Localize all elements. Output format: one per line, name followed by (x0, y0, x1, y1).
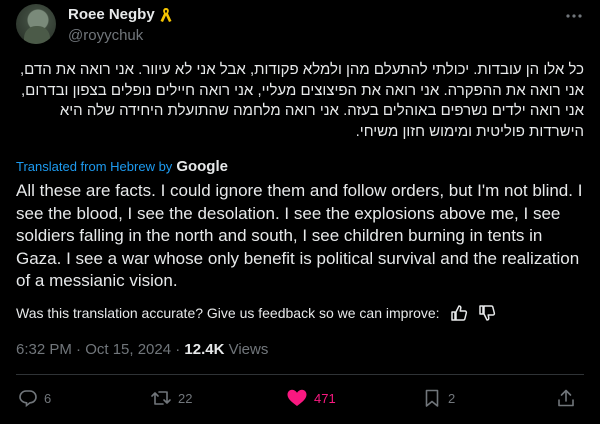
repost-icon (150, 388, 172, 408)
bookmark-icon (422, 388, 442, 408)
translated-from-label: Translated from Hebrew by (16, 159, 173, 174)
divider (16, 374, 584, 375)
translation-attribution[interactable]: Translated from Hebrew by Google (16, 158, 228, 175)
post-meta: 6:32 PM · Oct 15, 2024 · 12.4K Views (16, 341, 268, 358)
repost-button[interactable]: 22 (150, 388, 192, 408)
display-name[interactable]: Roee Negby (68, 6, 155, 23)
reply-icon (18, 388, 38, 408)
share-button[interactable] (556, 388, 576, 408)
feedback-prompt: Was this translation accurate? Give us f… (16, 305, 440, 321)
thumbs-up-icon[interactable] (450, 304, 468, 322)
action-bar: 6 22 471 2 (16, 388, 584, 412)
timestamp[interactable]: 6:32 PM · Oct 15, 2024 · (16, 341, 184, 358)
share-icon (556, 388, 576, 408)
reply-count: 6 (44, 390, 52, 406)
reply-button[interactable]: 6 (18, 388, 51, 408)
repost-count: 22 (178, 390, 193, 406)
views-label: Views (224, 341, 269, 358)
avatar[interactable] (16, 4, 56, 44)
like-button[interactable]: 471 (286, 388, 336, 408)
heart-icon (286, 388, 308, 408)
like-count: 471 (314, 390, 336, 406)
yellow-ribbon-icon (159, 7, 173, 23)
translator-name: Google (176, 158, 228, 175)
translated-post-text: All these are facts. I could ignore them… (16, 181, 583, 290)
name-row: Roee Negby (68, 6, 173, 23)
original-post-text: כל אלו הן עובדות. יכולתי להתעלם מהן ולמל… (20, 61, 584, 140)
post-header: Roee Negby @royychuk (16, 4, 584, 48)
google-logo: Google (176, 158, 228, 175)
bookmark-count: 2 (448, 390, 456, 406)
user-handle[interactable]: @royychuk (68, 27, 143, 44)
more-options-icon[interactable] (564, 6, 584, 26)
thumbs-down-icon[interactable] (478, 304, 496, 322)
translation-feedback: Was this translation accurate? Give us f… (16, 304, 496, 322)
views-count: 12.4K (184, 341, 225, 358)
bookmark-button[interactable]: 2 (422, 388, 455, 408)
